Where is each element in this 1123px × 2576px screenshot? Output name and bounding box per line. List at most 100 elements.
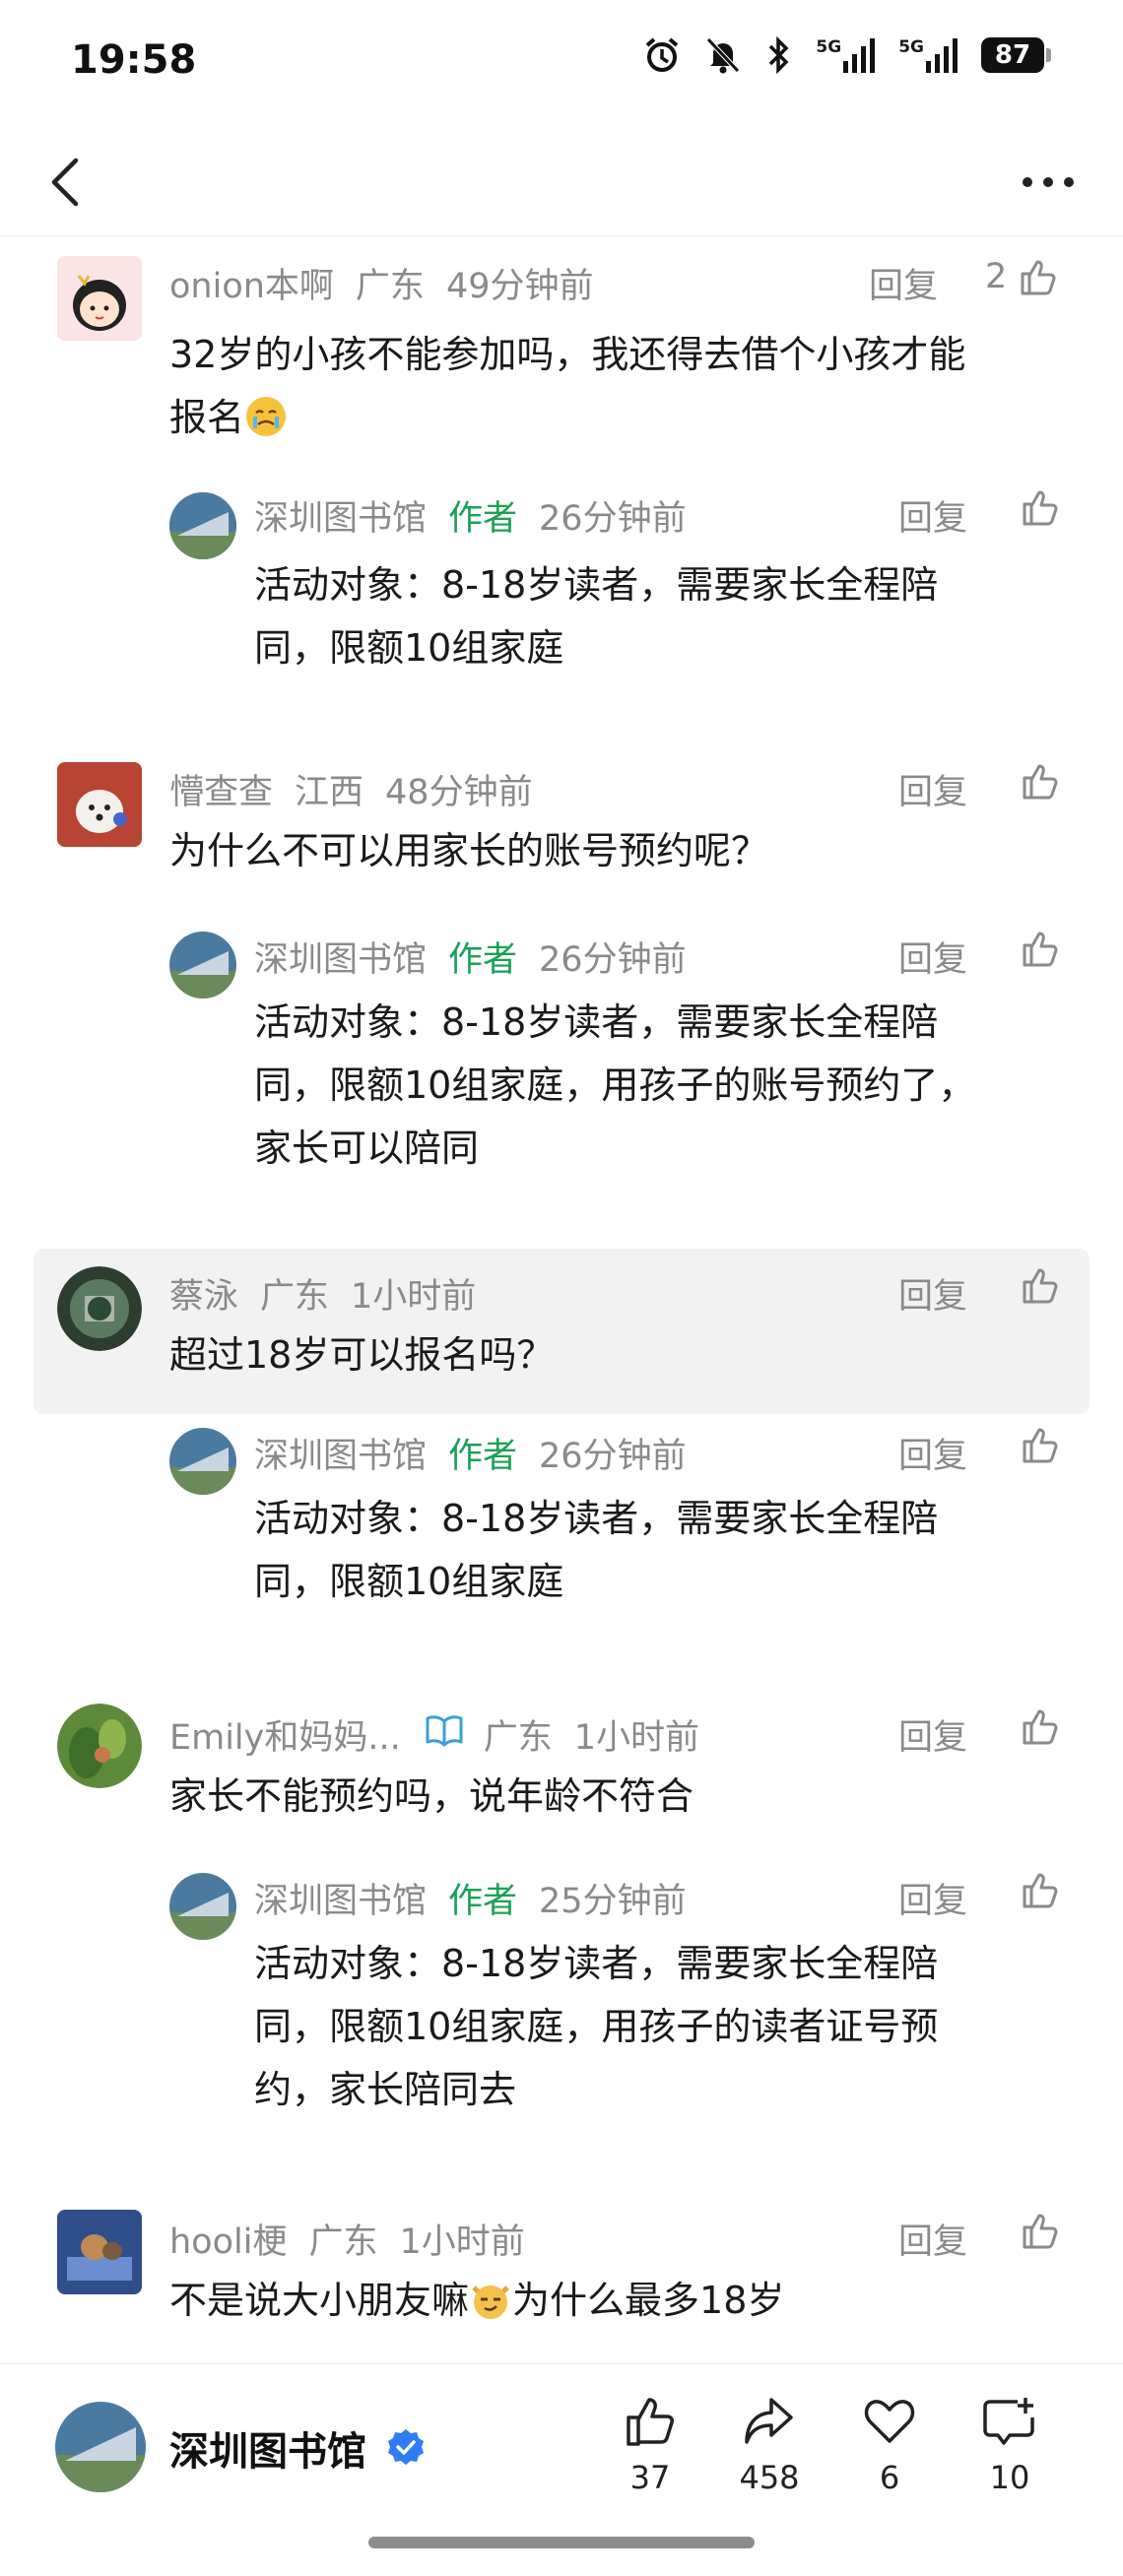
comment-time: 48分钟前: [385, 773, 533, 812]
like-count: 2: [985, 257, 1008, 296]
comment-item: onion本啊 广东 49分钟前 回复 2 32岁的小孩不能参加吗，我还得去借个…: [0, 236, 1123, 670]
reply-text-line: 活动对象：8-18岁读者，需要家长全程陪: [254, 1942, 939, 1985]
like-button[interactable]: [1019, 486, 1060, 528]
comment-meta: hooli梗 广东 1小时前: [169, 2214, 525, 2264]
like-button[interactable]: 2: [985, 256, 1058, 297]
user-avatar[interactable]: [57, 762, 142, 847]
comment-time: 1小时前: [399, 2222, 525, 2262]
more-button[interactable]: [1009, 148, 1088, 217]
reply-item: 深圳图书馆 作者 26分钟前 回复 活动对象：8-18岁读者，需要家长全程陪 同…: [0, 1428, 1123, 1664]
favorite-action[interactable]: 6: [835, 2394, 944, 2496]
library-avatar[interactable]: [169, 492, 236, 559]
comment-list: onion本啊 广东 49分钟前 回复 2 32岁的小孩不能参加吗，我还得去借个…: [0, 236, 1123, 2363]
reply-button[interactable]: 回复: [898, 932, 967, 982]
thumbs-up-icon: [1021, 260, 1056, 295]
library-building-avatar-icon: [169, 1873, 236, 1940]
account-name[interactable]: 深圳图书馆: [169, 2419, 366, 2477]
like-button[interactable]: [1019, 1424, 1060, 1465]
reply-text: 活动对象：8-18岁读者，需要家长全程陪 同，限额10组家庭，用孩子的读者证号预…: [254, 1932, 1062, 2121]
comment-username[interactable]: hooli梗: [169, 2214, 287, 2264]
reply-button[interactable]: 回复: [898, 1428, 967, 1478]
user-avatar[interactable]: [57, 1266, 142, 1351]
alarm-icon: [646, 37, 679, 72]
crying-face-emoji-icon: [246, 397, 287, 436]
signal-2: 5G: [898, 37, 959, 73]
reply-button[interactable]: 回复: [898, 2214, 967, 2264]
comment-text-line: 32岁的小孩不能参加吗，我还得去借个小孩才能: [169, 333, 966, 376]
comment-text: 家长不能预约吗，说年龄不符合: [169, 1774, 694, 1818]
library-avatar[interactable]: [169, 1873, 236, 1940]
like-button[interactable]: [1019, 2210, 1060, 2251]
status-icons: 5G 5G 87: [642, 35, 1051, 75]
user-avatar[interactable]: [57, 2210, 142, 2294]
reply-button[interactable]: 回复: [898, 1268, 967, 1319]
thumbs-up-icon: [1023, 1428, 1058, 1463]
reply-username[interactable]: 深圳图书馆: [254, 932, 427, 982]
reply-button[interactable]: 回复: [898, 1709, 967, 1760]
account-avatar[interactable]: [55, 2402, 146, 2492]
comment-add-icon: [983, 2398, 1034, 2445]
reply-text: 活动对象：8-18岁读者，需要家长全程陪 同，限额10组家庭: [254, 553, 1062, 679]
share-count: 458: [739, 2459, 800, 2496]
like-button[interactable]: [1019, 928, 1060, 969]
reply-username[interactable]: 深圳图书馆: [254, 490, 427, 541]
landscape-avatar-icon: [57, 1266, 142, 1351]
reply-text-line: 同，限额10组家庭: [254, 626, 564, 670]
comment-time: 1小时前: [351, 1277, 477, 1317]
reply-username[interactable]: 深圳图书馆: [254, 1428, 427, 1478]
signal-bars-icon: [843, 38, 876, 73]
share-action[interactable]: 458: [715, 2394, 824, 2496]
user-avatar[interactable]: [57, 256, 142, 341]
comment-time: 49分钟前: [445, 267, 594, 306]
library-building-avatar-icon: [169, 492, 236, 559]
comment-text-segment: 不是说大小朋友嘛: [169, 2279, 470, 2322]
heart-icon: [864, 2400, 915, 2443]
thumbs-up-icon: [1023, 1709, 1058, 1745]
comment-text-segment: 报名: [169, 396, 245, 439]
like-button[interactable]: [1019, 1706, 1060, 1747]
like-button[interactable]: [1019, 1264, 1060, 1306]
thumbs-up-icon: [1023, 932, 1058, 967]
thumbs-up-icon: [1023, 1873, 1058, 1908]
comment-meta: Emily和妈妈... 广东 1小时前: [169, 1709, 699, 1760]
back-button[interactable]: [35, 148, 95, 217]
author-tag: 作者: [448, 940, 518, 980]
share-arrow-icon: [745, 2398, 793, 2444]
top-nav: [0, 128, 1123, 236]
comment-username[interactable]: Emily和妈妈...: [169, 1709, 401, 1760]
reply-time: 26分钟前: [539, 499, 687, 539]
like-button[interactable]: [1019, 760, 1060, 802]
user-avatar[interactable]: [57, 1704, 142, 1788]
reply-button[interactable]: 回复: [898, 764, 967, 814]
reply-meta: 深圳图书馆 作者 26分钟前: [254, 490, 687, 541]
thumbs-up-icon: [627, 2398, 674, 2446]
chevron-left-icon: [51, 158, 79, 207]
library-building-avatar-icon: [169, 932, 236, 998]
cartoon-cat-avatar-icon: [57, 2210, 142, 2294]
reply-button[interactable]: 回复: [898, 1873, 967, 1923]
reply-button[interactable]: 回复: [898, 490, 967, 541]
thumbs-up-icon: [1023, 1268, 1058, 1304]
comment-username[interactable]: onion本啊: [169, 258, 334, 308]
library-avatar[interactable]: [169, 1428, 236, 1495]
library-building-avatar-icon: [55, 2402, 146, 2492]
reply-time: 26分钟前: [539, 940, 687, 980]
library-avatar[interactable]: [169, 932, 236, 998]
comment-username[interactable]: 蔡泳: [169, 1268, 238, 1319]
reply-username[interactable]: 深圳图书馆: [254, 1873, 427, 1923]
reply-text-line: 活动对象：8-18岁读者，需要家长全程陪: [254, 1000, 939, 1044]
like-button[interactable]: [1019, 1869, 1060, 1910]
reply-time: 25分钟前: [539, 1882, 687, 1921]
comment-text: 为什么不可以用家长的账号预约呢？: [169, 829, 769, 872]
favorite-count: 6: [879, 2459, 900, 2496]
home-indicator[interactable]: [368, 2537, 755, 2548]
reply-button[interactable]: 回复: [869, 258, 938, 308]
thumbs-up-icon: [1023, 2214, 1058, 2249]
library-building-avatar-icon: [169, 1428, 236, 1495]
like-count: 37: [629, 2459, 671, 2496]
comment-username[interactable]: 懵查查: [169, 764, 273, 814]
comment-action[interactable]: 10: [956, 2394, 1064, 2496]
like-action[interactable]: 37: [596, 2394, 704, 2496]
battery-indicator: 87: [981, 37, 1051, 73]
comment-item: Emily和妈妈... 广东 1小时前 回复 家长不能预约吗，说年龄不符合 深圳…: [0, 1704, 1123, 2157]
